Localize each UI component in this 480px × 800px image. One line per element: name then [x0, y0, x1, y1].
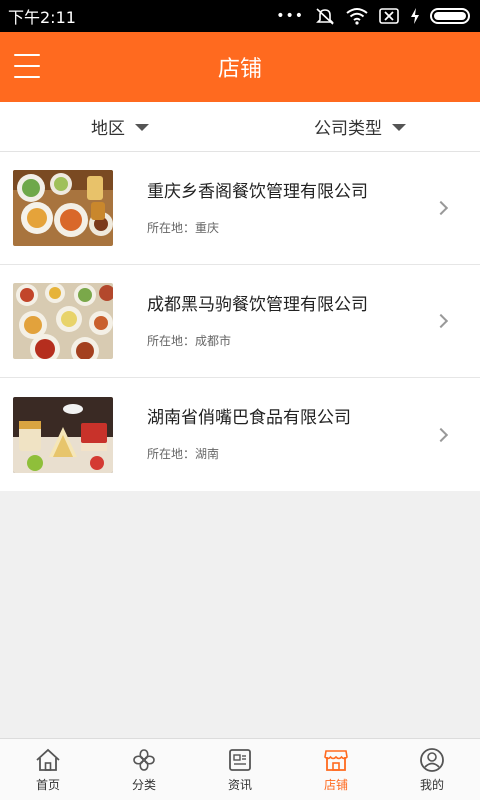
- caret-down-icon: [392, 124, 406, 131]
- notification-dots-icon: •••: [276, 8, 304, 24]
- shop-list: 重庆乡香阁餐饮管理有限公司 所在地：重庆 成都黑马驹餐饮管理有限公司 所在地：成…: [0, 152, 480, 491]
- shop-info: 成都黑马驹餐饮管理有限公司 所在地：成都市: [147, 294, 480, 349]
- category-icon: [133, 749, 155, 771]
- shop-item[interactable]: 湖南省俏嘴巴食品有限公司 所在地：湖南: [0, 378, 480, 491]
- status-bar: 下午2:11 •••: [0, 0, 480, 32]
- status-time: 下午2:11: [8, 8, 76, 27]
- shop-location: 所在地：重庆: [147, 220, 220, 235]
- tab-shop[interactable]: 店铺: [288, 739, 384, 800]
- shop-name: 湖南省俏嘴巴食品有限公司: [147, 408, 351, 428]
- no-sim-icon: [379, 8, 399, 24]
- shop-thumbnail: [13, 170, 113, 246]
- shop-location: 所在地：湖南: [147, 447, 220, 461]
- tab-profile-label: 我的: [419, 778, 444, 792]
- wifi-icon: [346, 8, 368, 25]
- caret-down-icon: [135, 124, 149, 131]
- mute-icon: [316, 8, 334, 25]
- profile-icon: [420, 748, 444, 772]
- shop-info: 湖南省俏嘴巴食品有限公司 所在地：湖南: [147, 407, 480, 462]
- shop-location: 所在地：成都市: [147, 333, 232, 348]
- news-icon: [229, 749, 251, 771]
- status-icons: •••: [276, 7, 470, 25]
- shop-name: 重庆乡香阁餐饮管理有限公司: [147, 181, 368, 202]
- filter-region-label: 地区: [91, 119, 125, 139]
- filter-company-type-label: 公司类型: [314, 119, 382, 139]
- bottom-tab-bar: 首页 分类 资讯 店铺 我的: [0, 738, 480, 800]
- page-title: 店铺: [217, 57, 262, 82]
- filter-company-type[interactable]: 公司类型: [240, 102, 480, 151]
- shop-icon: [324, 750, 348, 771]
- tab-shop-label: 店铺: [323, 778, 348, 792]
- tab-news[interactable]: 资讯: [192, 739, 288, 800]
- tab-profile[interactable]: 我的: [384, 739, 480, 800]
- shop-name: 成都黑马驹餐饮管理有限公司: [147, 294, 368, 315]
- tab-category-label: 分类: [131, 778, 156, 792]
- tab-category[interactable]: 分类: [96, 739, 192, 800]
- shop-item[interactable]: 成都黑马驹餐饮管理有限公司 所在地：成都市: [0, 265, 480, 378]
- shop-item[interactable]: 重庆乡香阁餐饮管理有限公司 所在地：重庆: [0, 152, 480, 265]
- shop-thumbnail: [13, 283, 113, 359]
- menu-icon[interactable]: [14, 54, 40, 78]
- tab-news-label: 资讯: [227, 778, 252, 792]
- tab-home[interactable]: 首页: [0, 739, 96, 800]
- home-icon: [36, 748, 60, 771]
- tab-home-label: 首页: [35, 778, 60, 792]
- app-header: 店铺: [0, 32, 480, 102]
- shop-info: 重庆乡香阁餐饮管理有限公司 所在地：重庆: [147, 181, 480, 236]
- charging-icon: [411, 8, 419, 24]
- shop-thumbnail: [13, 396, 113, 473]
- battery-icon: [430, 8, 470, 24]
- filter-bar: 地区 公司类型: [0, 102, 480, 152]
- filter-region[interactable]: 地区: [0, 102, 240, 151]
